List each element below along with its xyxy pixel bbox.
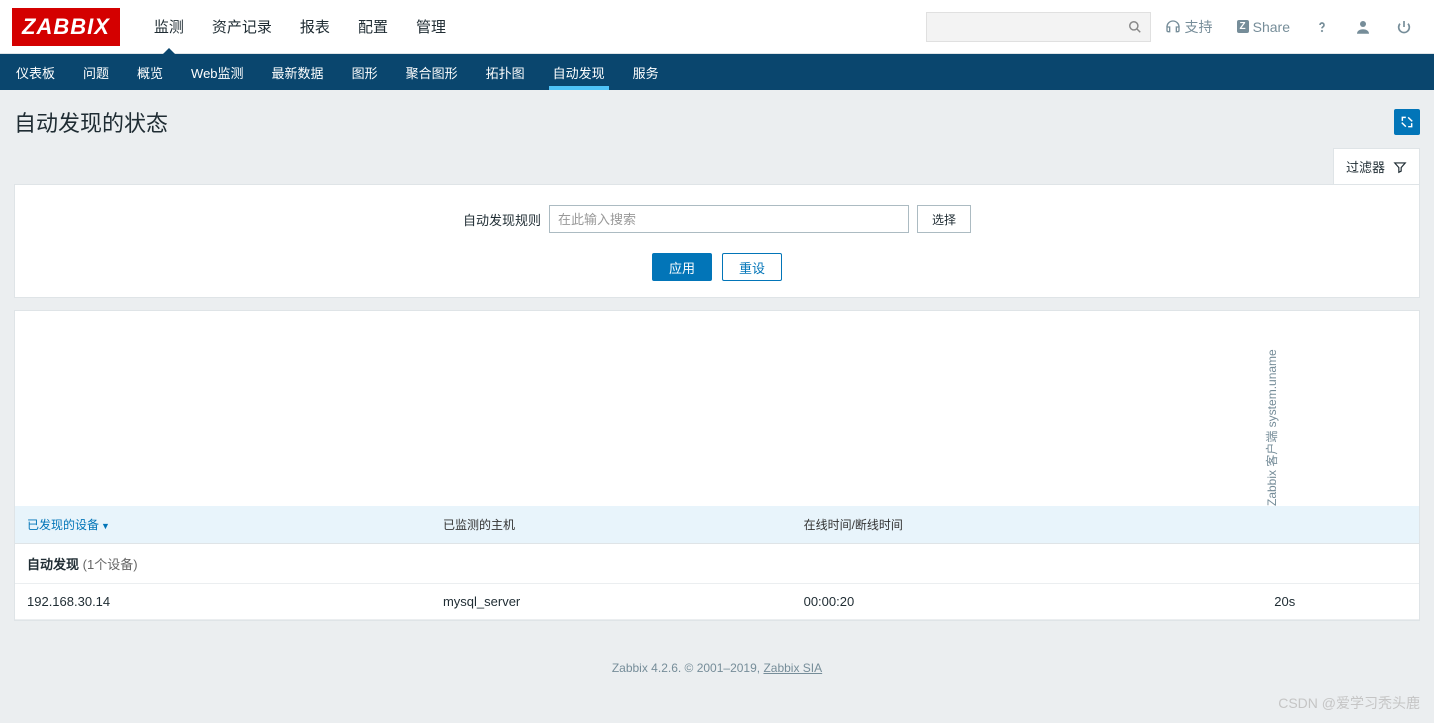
share-link[interactable]: Z Share: [1227, 19, 1300, 35]
select-button[interactable]: 选择: [917, 205, 971, 233]
filter-row: 自动发现规则 选择: [15, 205, 1419, 233]
check-column-header: Zabbix 客户端 system.uname: [1263, 349, 1280, 506]
filter-icon: [1393, 160, 1407, 174]
group-row: 自动发现 (1个设备): [15, 544, 1419, 584]
sub-nav-latest[interactable]: 最新数据: [258, 54, 338, 90]
global-search: [926, 12, 1151, 42]
col-device[interactable]: 已发现的设备▼: [15, 506, 431, 544]
top-nav-inventory[interactable]: 资产记录: [198, 0, 286, 53]
fullscreen-button[interactable]: [1394, 109, 1420, 135]
support-label: 支持: [1185, 17, 1213, 37]
share-badge-icon: Z: [1237, 20, 1249, 33]
sub-nav-dashboard[interactable]: 仪表板: [2, 54, 69, 90]
search-button[interactable]: [1120, 13, 1150, 41]
sub-nav-services[interactable]: 服务: [619, 54, 673, 90]
table-row: 192.168.30.14 mysql_server 00:00:20 20s: [15, 584, 1419, 620]
footer-text: Zabbix 4.2.6. © 2001–2019,: [612, 661, 764, 675]
footer: Zabbix 4.2.6. © 2001–2019, Zabbix SIA: [0, 621, 1434, 695]
top-nav-monitoring[interactable]: 监测: [140, 0, 198, 53]
rotated-header-row: Zabbix 客户端 system.uname: [15, 311, 1419, 506]
support-link[interactable]: 支持: [1155, 17, 1223, 37]
filter-bar: 过滤器: [0, 148, 1434, 184]
cell-host: mysql_server: [431, 584, 792, 620]
watermark: CSDN @爱学习秃头鹿: [1278, 693, 1420, 713]
apply-button[interactable]: 应用: [652, 253, 712, 281]
help-button[interactable]: [1304, 19, 1340, 35]
group-count: (1个设备): [83, 557, 138, 572]
top-nav-admin[interactable]: 管理: [402, 0, 460, 53]
sort-down-icon: ▼: [101, 521, 110, 531]
logout-button[interactable]: [1386, 19, 1422, 35]
column-header-row: 已发现的设备▼ 已监测的主机 在线时间/断线时间: [15, 506, 1419, 544]
sub-nav-web[interactable]: Web监测: [177, 54, 258, 90]
question-icon: [1314, 19, 1330, 35]
top-right: 支持 Z Share: [926, 12, 1422, 42]
filter-rule-input[interactable]: [549, 205, 909, 233]
cell-check: 20s: [1262, 584, 1419, 620]
top-nav: ZABBIX 监测 资产记录 报表 配置 管理 支持 Z Share: [0, 0, 1434, 54]
search-input[interactable]: [927, 19, 1120, 34]
user-button[interactable]: [1344, 18, 1382, 36]
person-icon: [1354, 18, 1372, 36]
footer-link[interactable]: Zabbix SIA: [763, 661, 822, 675]
cell-uptime: 00:00:20: [792, 584, 1263, 620]
reset-button[interactable]: 重设: [722, 253, 782, 281]
search-icon: [1128, 20, 1142, 34]
filter-rule-label: 自动发现规则: [463, 210, 541, 229]
discovery-table: Zabbix 客户端 system.uname 已发现的设备▼ 已监测的主机 在…: [15, 311, 1419, 620]
headset-icon: [1165, 19, 1181, 35]
top-nav-items: 监测 资产记录 报表 配置 管理: [140, 0, 460, 53]
sub-nav-discovery[interactable]: 自动发现: [539, 54, 619, 90]
top-nav-reports[interactable]: 报表: [286, 0, 344, 53]
sub-nav-screens[interactable]: 聚合图形: [392, 54, 472, 90]
power-icon: [1396, 19, 1412, 35]
col-uptime[interactable]: 在线时间/断线时间: [792, 506, 1263, 544]
filter-buttons: 应用 重设: [15, 253, 1419, 281]
share-label: Share: [1253, 19, 1290, 35]
fullscreen-icon: [1400, 115, 1414, 129]
filter-tab-label: 过滤器: [1346, 157, 1385, 176]
sub-nav-overview[interactable]: 概览: [123, 54, 177, 90]
group-label: 自动发现: [27, 557, 79, 572]
top-nav-config[interactable]: 配置: [344, 0, 402, 53]
sub-nav-graphs[interactable]: 图形: [338, 54, 392, 90]
filter-panel: 自动发现规则 选择 应用 重设: [14, 184, 1420, 298]
col-check: [1262, 506, 1419, 544]
page-title: 自动发现的状态: [14, 106, 168, 138]
sub-nav-maps[interactable]: 拓扑图: [472, 54, 539, 90]
cell-device: 192.168.30.14: [15, 584, 431, 620]
filter-tab[interactable]: 过滤器: [1333, 148, 1420, 184]
sub-nav-problems[interactable]: 问题: [69, 54, 123, 90]
page-header: 自动发现的状态: [0, 90, 1434, 148]
logo[interactable]: ZABBIX: [12, 8, 120, 46]
sub-nav: 仪表板 问题 概览 Web监测 最新数据 图形 聚合图形 拓扑图 自动发现 服务: [0, 54, 1434, 90]
data-area: Zabbix 客户端 system.uname 已发现的设备▼ 已监测的主机 在…: [14, 310, 1420, 621]
col-host[interactable]: 已监测的主机: [431, 506, 792, 544]
